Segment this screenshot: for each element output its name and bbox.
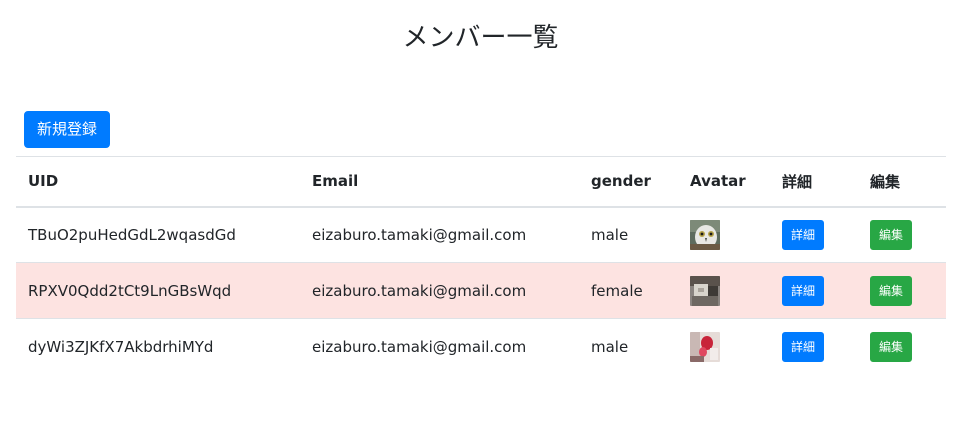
- page-title: メンバー一覧: [402, 23, 559, 53]
- email-cell: eizaburo.tamaki@gmail.com: [312, 225, 527, 244]
- flower-photo-avatar-icon: [690, 331, 720, 362]
- member-table-container: UID Email gender Avatar 詳細 編集 TBuO2puHed…: [16, 156, 946, 375]
- column-header-gender: gender: [591, 172, 651, 191]
- edit-cell: 編集: [858, 263, 946, 319]
- detail-button[interactable]: 詳細: [782, 275, 825, 306]
- avatar-cell: [678, 207, 770, 263]
- detail-button[interactable]: 詳細: [782, 331, 825, 362]
- uid-cell: RPXV0Qdd2tCt9LnGBsWqd: [28, 281, 232, 300]
- edit-cell: 編集: [858, 319, 946, 375]
- table-row: RPXV0Qdd2tCt9LnGBsWqd eizaburo.tamaki@gm…: [16, 262, 946, 319]
- gender-cell: female: [591, 281, 643, 300]
- member-list-page: メンバー一覧 新規登録 UID Email gender Avatar 詳細 編…: [0, 0, 971, 428]
- uid-cell: dyWi3ZJKfX7AkbdrhiMYd: [28, 337, 214, 356]
- column-header-edit: 編集: [870, 172, 901, 191]
- avatar: [690, 331, 720, 362]
- table-header-row: UID Email gender Avatar 詳細 編集: [16, 156, 946, 207]
- avatar-cell: [678, 263, 770, 319]
- gender-cell: male: [591, 225, 629, 244]
- new-registration-button[interactable]: 新規登録: [24, 111, 111, 148]
- owl-avatar-icon: [690, 219, 720, 250]
- member-table: UID Email gender Avatar 詳細 編集 TBuO2puHed…: [16, 156, 946, 375]
- table-row: TBuO2puHedGdL2wqasdGd eizaburo.tamaki@gm…: [16, 207, 946, 263]
- detail-button[interactable]: 詳細: [782, 219, 825, 250]
- uid-cell: TBuO2puHedGdL2wqasdGd: [28, 225, 236, 244]
- avatar-cell: [678, 319, 770, 375]
- email-cell: eizaburo.tamaki@gmail.com: [312, 281, 527, 300]
- detail-cell: 詳細: [770, 207, 858, 263]
- edit-button[interactable]: 編集: [870, 331, 913, 362]
- column-header-email: Email: [312, 172, 359, 191]
- detail-cell: 詳細: [770, 263, 858, 319]
- column-header-avatar: Avatar: [690, 172, 746, 191]
- detail-cell: 詳細: [770, 319, 858, 375]
- edit-button[interactable]: 編集: [870, 219, 913, 250]
- table-row: dyWi3ZJKfX7AkbdrhiMYd eizaburo.tamaki@gm…: [16, 319, 946, 375]
- edit-button[interactable]: 編集: [870, 275, 913, 306]
- email-cell: eizaburo.tamaki@gmail.com: [312, 337, 527, 356]
- edit-cell: 編集: [858, 207, 946, 263]
- column-header-uid: UID: [28, 172, 59, 191]
- room-photo-avatar-icon: [690, 275, 720, 306]
- avatar: [690, 219, 720, 250]
- column-header-detail: 詳細: [782, 172, 813, 191]
- avatar: [690, 275, 720, 306]
- gender-cell: male: [591, 337, 629, 356]
